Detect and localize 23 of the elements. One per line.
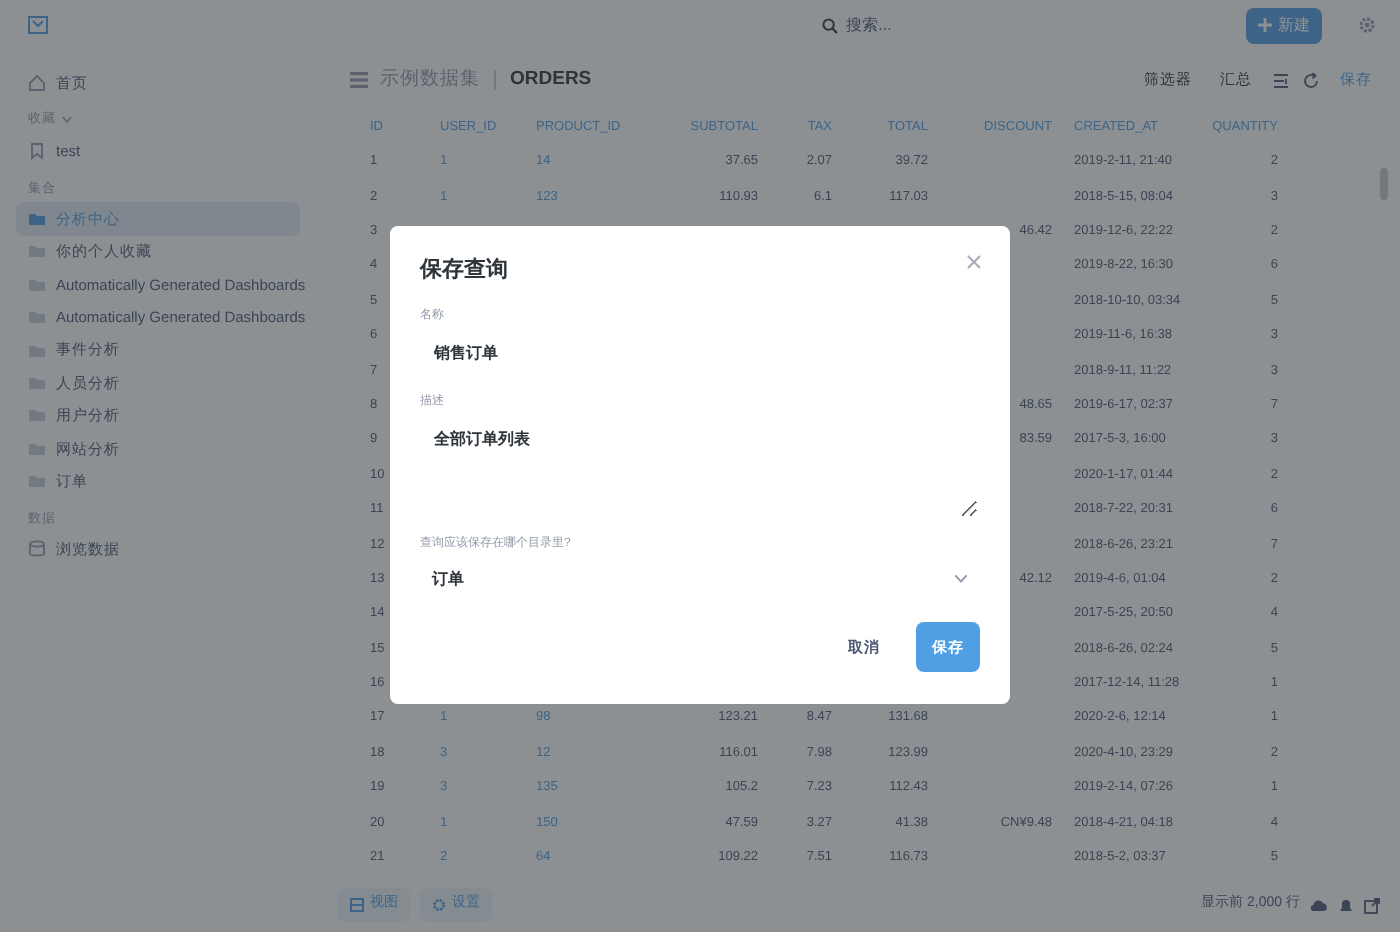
download-icon[interactable] [1310, 897, 1328, 913]
search-icon [822, 17, 839, 33]
search-field[interactable]: 搜索... [810, 11, 904, 39]
new-button[interactable]: 新建 [1245, 7, 1322, 43]
chevron-down-icon[interactable] [62, 116, 72, 125]
table-icon [350, 72, 368, 88]
database-icon [28, 540, 46, 559]
plus-icon [1257, 18, 1272, 32]
bell-icon[interactable] [1338, 897, 1354, 913]
list-icon[interactable] [1272, 71, 1290, 89]
page-title: ORDERS [510, 65, 592, 94]
settings-icon[interactable] [1357, 16, 1376, 34]
home-icon [28, 73, 46, 92]
close-icon[interactable] [966, 254, 982, 270]
collection-select[interactable]: 订单 [420, 557, 980, 601]
table-icon [350, 898, 364, 912]
bookmark-icon [28, 141, 46, 160]
dialog-title: 保存查询 [420, 255, 508, 286]
logo-icon [28, 16, 48, 34]
refresh-icon[interactable] [1302, 71, 1320, 89]
gear-icon [432, 898, 446, 912]
chevron-down-icon [954, 574, 968, 584]
share-icon[interactable] [1364, 897, 1380, 913]
